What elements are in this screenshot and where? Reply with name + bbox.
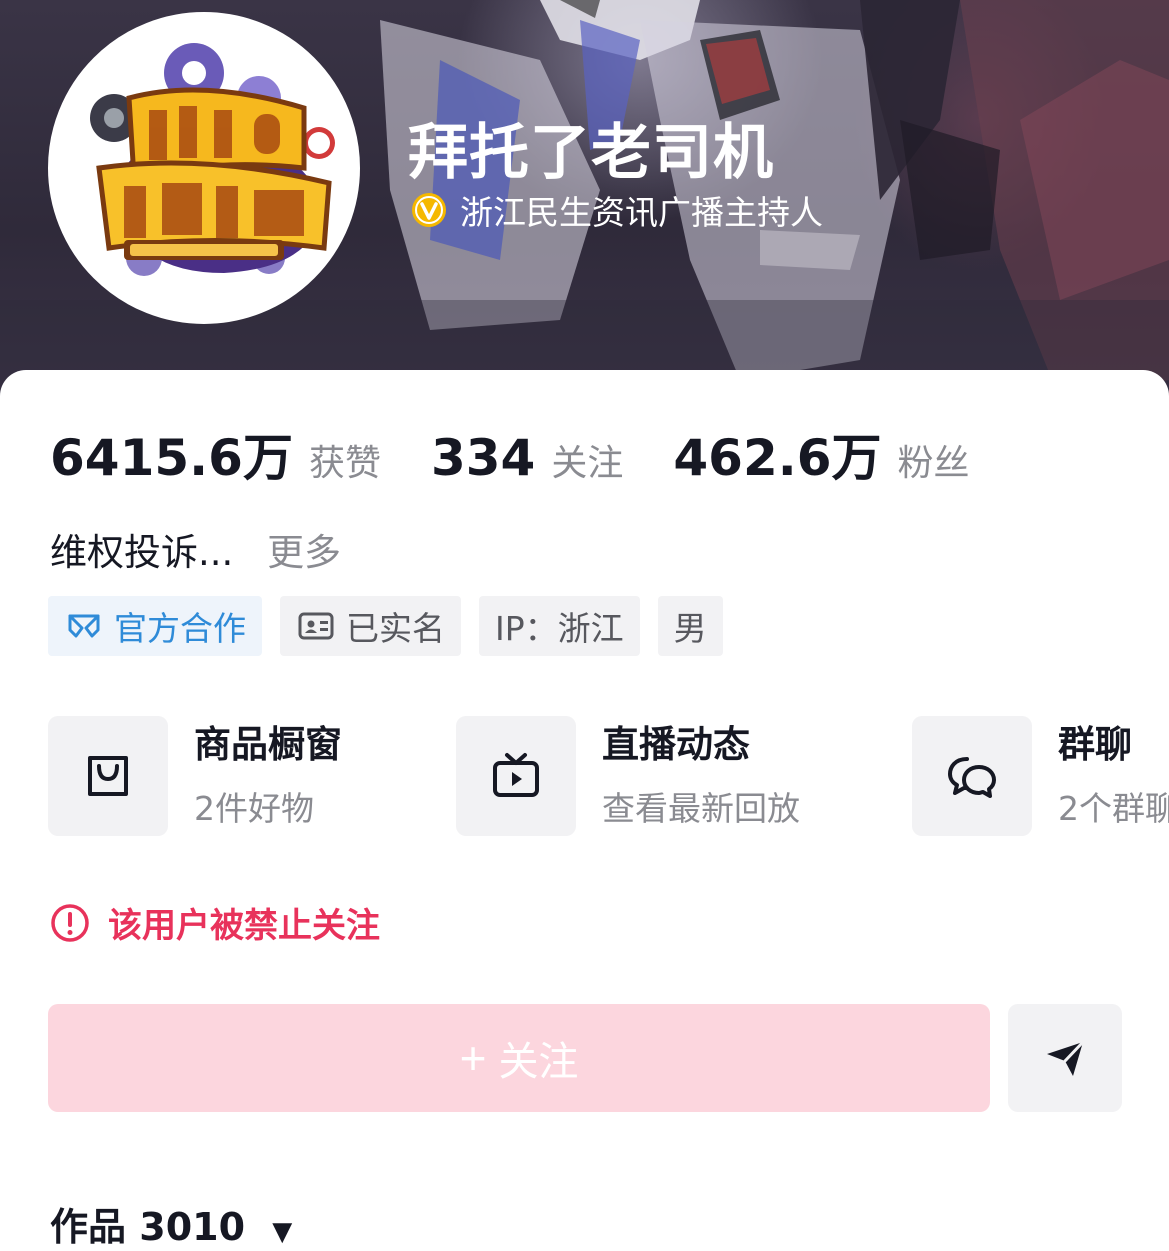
verified-badge-icon <box>412 193 446 227</box>
bio: 维权投诉... 更多 <box>50 522 341 576</box>
follow-button-label: 关注 <box>498 1040 579 1084</box>
id-card-icon <box>298 612 334 640</box>
plus-icon: + <box>459 1032 487 1084</box>
stat-following[interactable]: 334 关注 <box>431 429 623 487</box>
handshake-icon <box>68 614 100 638</box>
username: 拜托了老司机 <box>408 118 774 188</box>
works-count: 3010 <box>139 1205 246 1249</box>
card-shop-window[interactable]: 商品橱窗 2件好物 <box>48 716 342 836</box>
bio-more-link[interactable]: 更多 <box>267 531 341 574</box>
follow-button[interactable]: + 关注 <box>48 1004 990 1112</box>
works-tab[interactable]: 作品 3010 ▼ <box>50 1196 292 1251</box>
stat-following-label: 关注 <box>551 443 624 484</box>
card-shop-window-title: 商品橱窗 <box>194 723 342 766</box>
tag-verified[interactable]: 已实名 <box>280 596 461 656</box>
verification-line: 浙江民生资讯广播主持人 <box>410 186 823 234</box>
tag-gender: 男 <box>657 596 723 656</box>
tag-official-label: 官方合作 <box>114 609 246 648</box>
send-message-button[interactable] <box>1008 1004 1122 1112</box>
card-live-icon-box <box>456 716 576 836</box>
avatar-logo <box>54 18 354 318</box>
stat-followers[interactable]: 462.6万 粉丝 <box>673 418 969 490</box>
tag-verified-label: 已实名 <box>346 609 445 648</box>
tag-gender-label: 男 <box>673 609 707 648</box>
profile-sheet: 6415.6万 获赞 334 关注 462.6万 粉丝 维权投诉... 更多 官… <box>0 370 1169 1249</box>
paper-plane-icon <box>1047 1040 1085 1076</box>
caret-down-icon: ▼ <box>272 1217 293 1247</box>
card-live-text: 直播动态 查看最新回放 <box>602 723 800 829</box>
bio-text: 维权投诉... <box>50 531 234 574</box>
stat-likes[interactable]: 6415.6万 获赞 <box>50 418 381 490</box>
card-group-chat-icon-box <box>912 716 1032 836</box>
tag-row: 官方合作 已实名 IP：浙江 男 <box>48 596 723 656</box>
card-group-chat-subtitle: 2个群聊 <box>1058 789 1169 828</box>
follow-ban-notice: 该用户被禁止关注 <box>50 898 380 947</box>
stat-followers-value: 462.6万 <box>673 429 882 487</box>
card-shop-window-icon-box <box>48 716 168 836</box>
feature-cards: 商品橱窗 2件好物 直播动态 查看最新回放 群聊 2个群聊 <box>48 716 1169 836</box>
tv-play-icon <box>493 753 539 797</box>
stat-likes-label: 获赞 <box>308 443 381 484</box>
stat-followers-label: 粉丝 <box>897 443 970 484</box>
stat-likes-value: 6415.6万 <box>50 429 293 487</box>
works-label: 作品 <box>50 1205 127 1249</box>
tag-ip-label: IP：浙江 <box>495 609 624 648</box>
verification-text: 浙江民生资讯广播主持人 <box>460 193 823 232</box>
chat-bubbles-icon <box>948 757 996 798</box>
card-live[interactable]: 直播动态 查看最新回放 <box>456 716 800 836</box>
shopping-bag-icon <box>88 756 128 796</box>
card-live-title: 直播动态 <box>602 723 750 766</box>
stats-row: 6415.6万 获赞 334 关注 462.6万 粉丝 <box>50 418 1020 490</box>
tag-ip: IP：浙江 <box>479 596 640 656</box>
tag-official[interactable]: 官方合作 <box>48 596 262 656</box>
stat-following-value: 334 <box>430 429 536 487</box>
card-group-chat-text: 群聊 2个群聊 <box>1058 723 1169 829</box>
profile-banner: 拜托了老司机 浙江民生资讯广播主持人 <box>0 0 1169 420</box>
card-live-subtitle: 查看最新回放 <box>602 789 800 828</box>
card-shop-window-subtitle: 2件好物 <box>194 789 314 828</box>
warning-circle-icon <box>51 903 89 942</box>
card-group-chat-title: 群聊 <box>1058 723 1132 766</box>
card-group-chat[interactable]: 群聊 2个群聊 <box>912 716 1169 836</box>
follow-ban-text: 该用户被禁止关注 <box>108 906 380 946</box>
card-shop-window-text: 商品橱窗 2件好物 <box>194 723 342 829</box>
avatar[interactable] <box>48 12 360 324</box>
